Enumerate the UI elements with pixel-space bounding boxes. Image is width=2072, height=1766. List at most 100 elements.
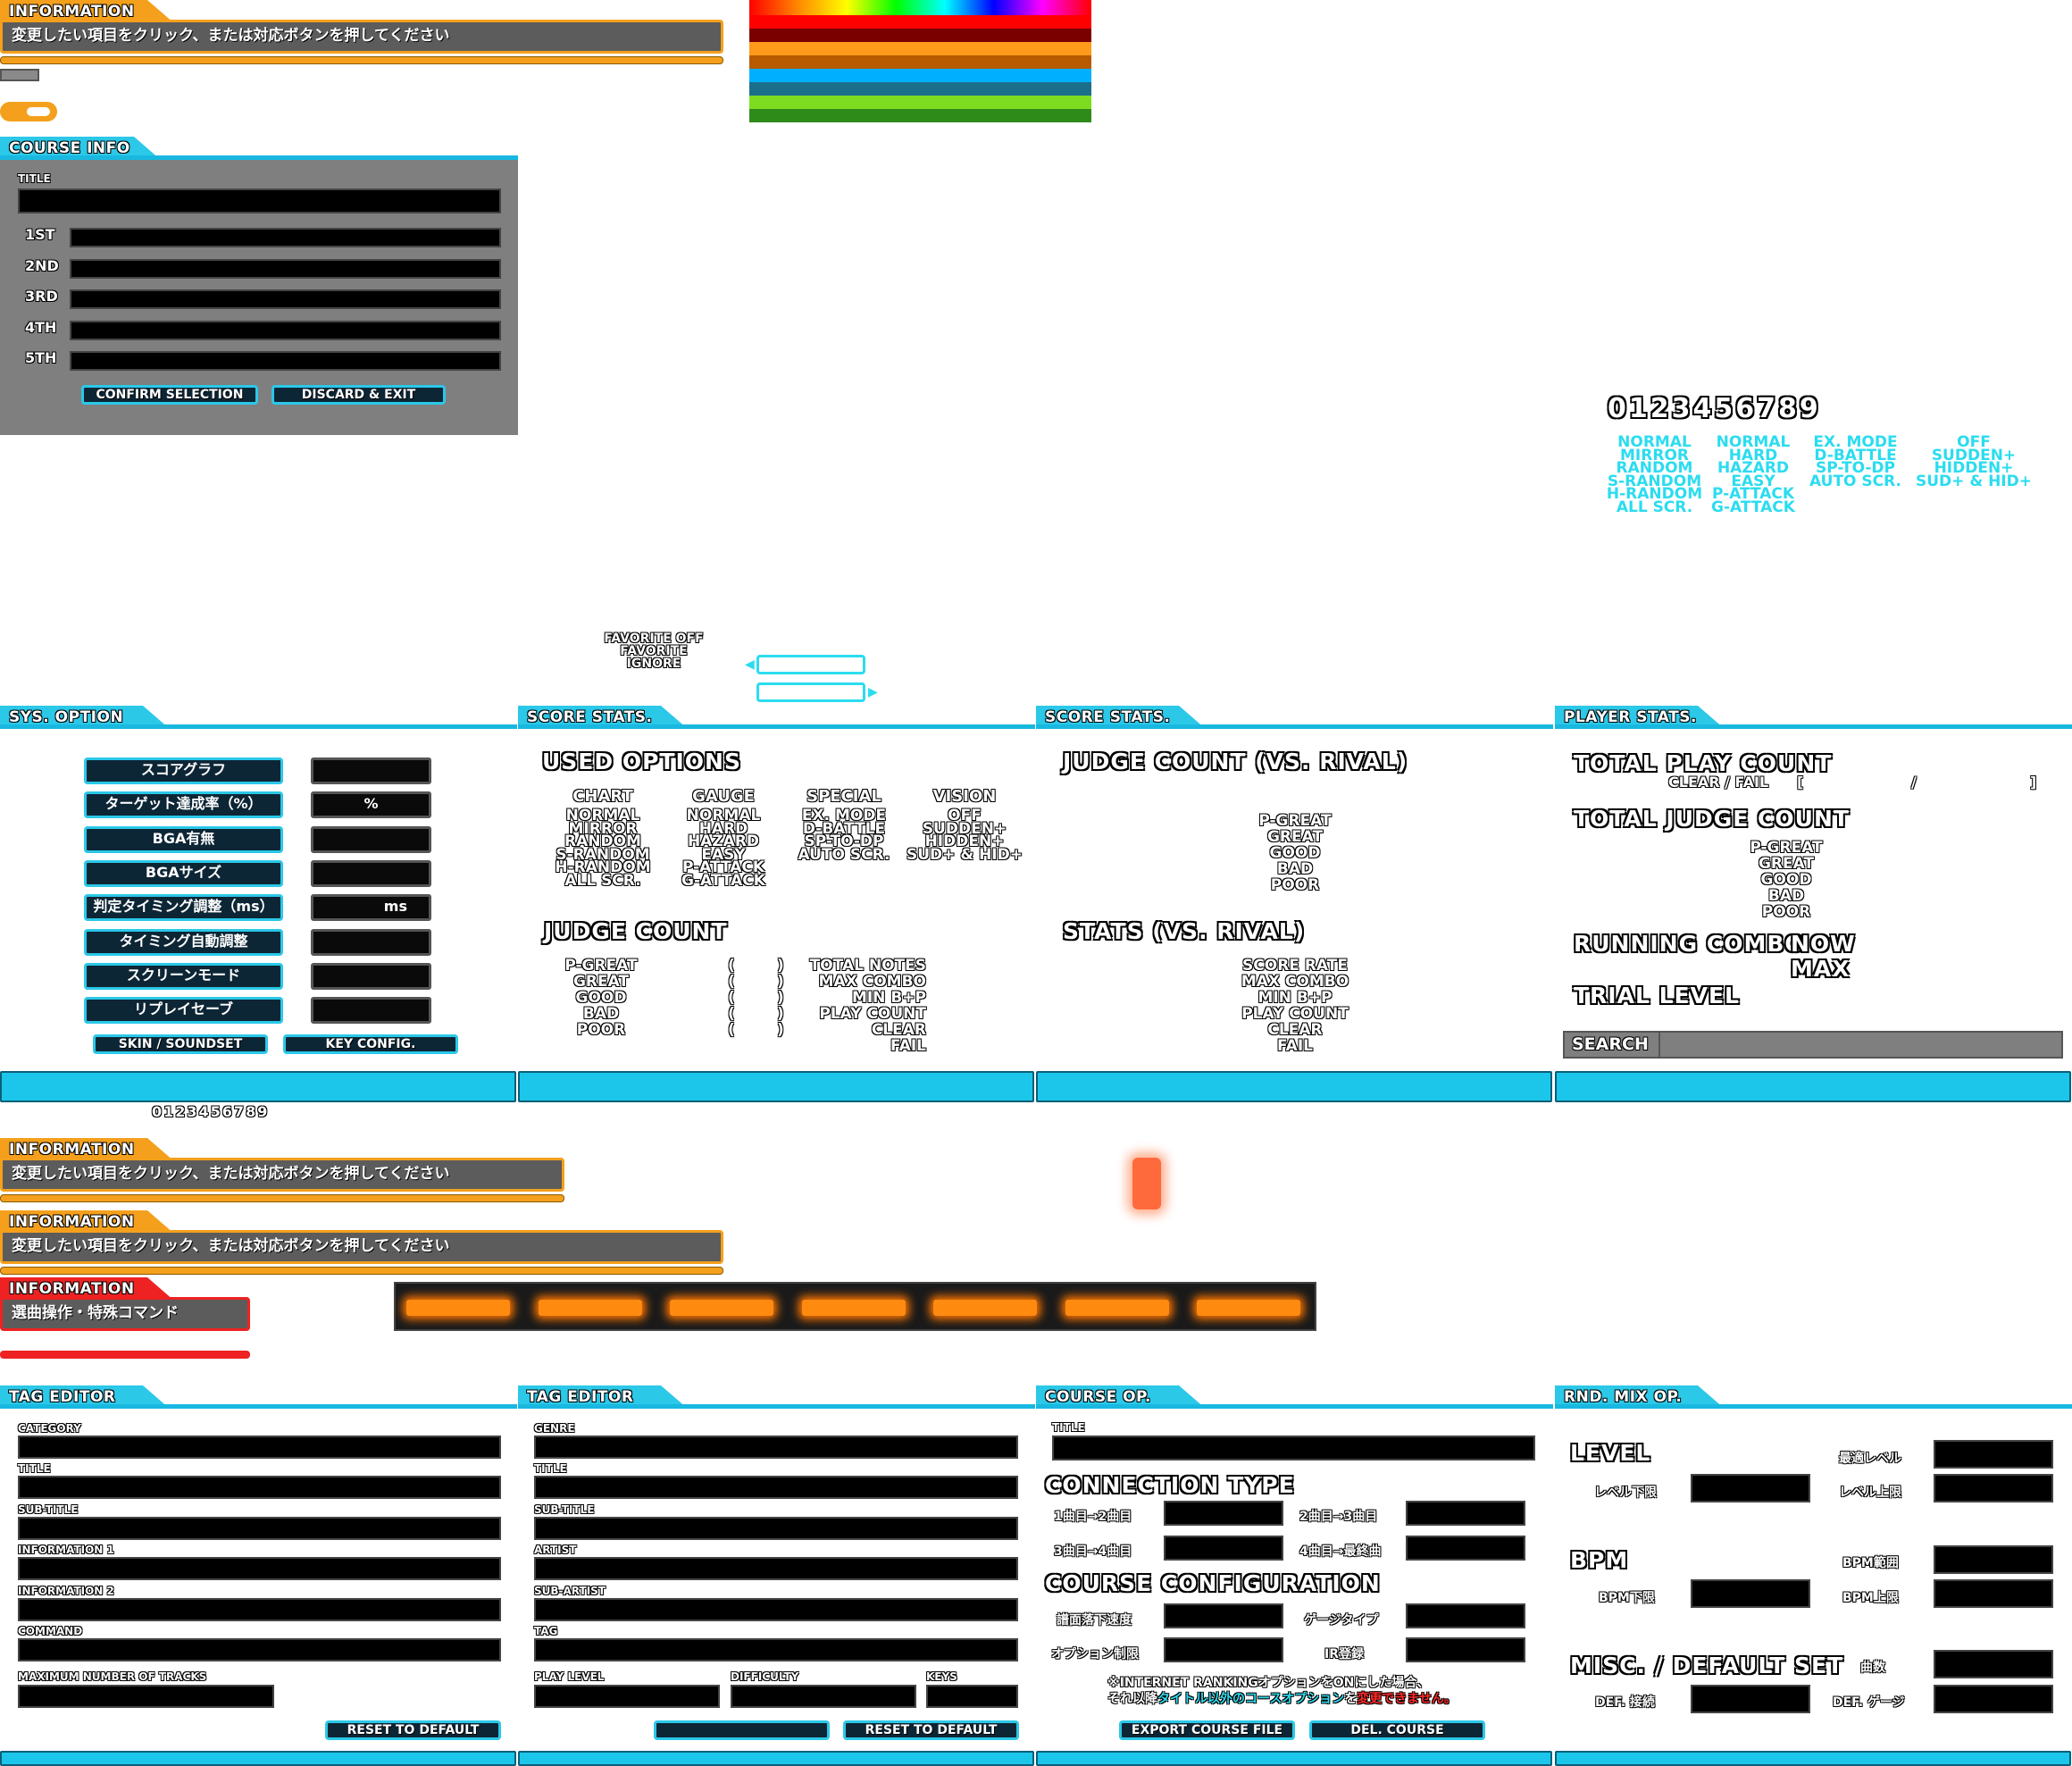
confirm-selection-button[interactable]: CONFIRM SELECTION bbox=[81, 385, 258, 405]
tag-field-label: INFORMATION 2 bbox=[18, 1584, 114, 1597]
tag-field-input[interactable] bbox=[18, 1597, 501, 1621]
del-course-button[interactable]: DEL. COURSE bbox=[1309, 1720, 1485, 1740]
sys-option-button[interactable]: 判定タイミング調整（ms） bbox=[84, 894, 283, 922]
tag-field-input[interactable] bbox=[534, 1476, 1018, 1500]
conn-field-4[interactable] bbox=[1406, 1536, 1525, 1561]
judge-item: GOOD bbox=[575, 989, 627, 1007]
search-bar[interactable]: SEARCH bbox=[1563, 1031, 2063, 1059]
player-stats-rule bbox=[1555, 724, 2072, 729]
course-slot-field[interactable] bbox=[70, 351, 501, 371]
paren-open: ( bbox=[728, 1005, 735, 1023]
stat-item: FAIL bbox=[890, 1037, 926, 1055]
sys-option-button[interactable]: リプレイセーブ bbox=[84, 997, 283, 1025]
chart-header: CHART bbox=[572, 787, 633, 806]
misc-field-2[interactable] bbox=[1691, 1685, 1810, 1713]
max-tracks-field[interactable] bbox=[18, 1685, 274, 1708]
bpm-field-3[interactable] bbox=[1934, 1579, 2053, 1608]
lvl-field-1[interactable] bbox=[1934, 1440, 2053, 1469]
cfg-field-2[interactable] bbox=[1406, 1603, 1525, 1628]
judge-item: P-GREAT bbox=[1750, 839, 1823, 857]
sys-option-value[interactable] bbox=[311, 825, 431, 853]
paren-close: ) bbox=[777, 973, 784, 991]
course-slot-field[interactable] bbox=[70, 228, 501, 247]
conn-field-3[interactable] bbox=[1164, 1536, 1283, 1561]
cfg-label-4: IR登録 bbox=[1324, 1647, 1364, 1661]
light-2 bbox=[539, 1300, 642, 1316]
lvl-field-3[interactable] bbox=[1934, 1474, 2053, 1502]
triangle-left-icon[interactable]: ◀ bbox=[745, 658, 755, 671]
selector-box-1[interactable] bbox=[756, 655, 865, 674]
tag-field-input[interactable] bbox=[18, 1476, 501, 1500]
course-title-label: TITLE bbox=[18, 172, 51, 185]
lvl-field-2[interactable] bbox=[1691, 1474, 1810, 1502]
sys-option-value[interactable] bbox=[311, 962, 431, 990]
play-level-field[interactable] bbox=[534, 1685, 720, 1708]
course-op-title-field[interactable] bbox=[1052, 1435, 1535, 1461]
tag-field-input[interactable] bbox=[534, 1638, 1018, 1661]
cyan-bar-6 bbox=[518, 1751, 1034, 1766]
info-underline bbox=[0, 56, 723, 64]
cfg-field-4[interactable] bbox=[1406, 1637, 1525, 1662]
sys-option-button[interactable]: BGA有無 bbox=[84, 825, 283, 853]
bpm-field-1[interactable] bbox=[1934, 1545, 2053, 1574]
conn-field-2[interactable] bbox=[1406, 1501, 1525, 1526]
selector-box-2[interactable] bbox=[756, 682, 865, 702]
paren-open: ( bbox=[728, 957, 735, 975]
sys-option-value[interactable] bbox=[311, 928, 431, 956]
export-course-button[interactable]: EXPORT COURSE FILE bbox=[1119, 1720, 1295, 1740]
course-title-field[interactable] bbox=[18, 188, 501, 213]
course-config-heading: COURSE CONFIGURATION bbox=[1045, 1570, 1381, 1596]
key-config-button[interactable]: KEY CONFIG. bbox=[283, 1034, 458, 1054]
bpm-label-3: BPM上限 bbox=[1842, 1591, 1899, 1605]
tag-field-label: ARTIST bbox=[534, 1544, 577, 1557]
option-item: G-ATTACK bbox=[681, 871, 765, 890]
sys-option-value[interactable]: ms bbox=[311, 894, 431, 922]
tag-field-input[interactable] bbox=[18, 1435, 501, 1459]
sys-option-value[interactable] bbox=[311, 859, 431, 887]
tag-field-label: TITLE bbox=[534, 1462, 567, 1476]
discard-exit-button[interactable]: DISCARD & EXIT bbox=[272, 385, 446, 405]
tag-field-input[interactable] bbox=[534, 1516, 1018, 1540]
tag-field-input[interactable] bbox=[534, 1597, 1018, 1621]
sys-option-button[interactable]: スコアグラフ bbox=[84, 757, 283, 784]
course-slot-field[interactable] bbox=[70, 258, 501, 279]
sys-option-value[interactable] bbox=[311, 757, 431, 784]
bpm-heading: BPM bbox=[1570, 1547, 1629, 1573]
triangle-right-icon[interactable]: ▶ bbox=[868, 686, 878, 699]
favorite-list: FAVORITE OFF FAVORITE IGNORE bbox=[593, 632, 714, 670]
sys-option-value[interactable]: % bbox=[311, 791, 431, 819]
tag-field-input[interactable] bbox=[18, 1638, 501, 1661]
sys-option-button[interactable]: BGAサイズ bbox=[84, 859, 283, 887]
sys-option-value[interactable] bbox=[311, 997, 431, 1025]
misc-field-3[interactable] bbox=[1934, 1685, 2053, 1713]
course-slot-field[interactable] bbox=[70, 289, 501, 309]
paren-open-col: ((((( bbox=[728, 958, 735, 1038]
tag-field-input[interactable] bbox=[534, 1435, 1018, 1459]
sys-option-button[interactable]: ターゲット達成率（%） bbox=[84, 791, 283, 819]
keys-field[interactable] bbox=[926, 1685, 1018, 1708]
palette-swatch bbox=[749, 29, 1091, 42]
cfg-field-3[interactable] bbox=[1164, 1637, 1283, 1662]
tag-field-input[interactable] bbox=[18, 1557, 501, 1581]
cfg-field-1[interactable] bbox=[1164, 1603, 1283, 1628]
tag-field-input[interactable] bbox=[534, 1557, 1018, 1581]
toggle-switch[interactable] bbox=[0, 102, 57, 121]
light-6 bbox=[1065, 1300, 1169, 1316]
tag-field-input[interactable] bbox=[18, 1516, 501, 1540]
favorite-item: FAVORITE bbox=[620, 644, 688, 658]
sys-option-button[interactable]: タイミング自動調整 bbox=[84, 928, 283, 956]
sys-option-button[interactable]: スクリーンモード bbox=[84, 962, 283, 990]
blank-button[interactable] bbox=[654, 1720, 830, 1740]
reset-default-button-1[interactable]: RESET TO DEFAULT bbox=[325, 1720, 501, 1740]
bpm-field-2[interactable] bbox=[1691, 1579, 1810, 1608]
gray-indicator bbox=[0, 69, 39, 81]
note-part-c: を bbox=[1344, 1692, 1358, 1706]
difficulty-field[interactable] bbox=[731, 1685, 916, 1708]
skin-soundset-button[interactable]: SKIN / SOUNDSET bbox=[93, 1034, 268, 1054]
course-slot-field[interactable] bbox=[70, 320, 501, 340]
cfg-label-2: ゲージタイプ bbox=[1304, 1613, 1379, 1628]
conn-field-1[interactable] bbox=[1164, 1501, 1283, 1526]
option-list-special: EX. MODE D-BATTLE SP-TO-DP AUTO SCR. bbox=[1804, 435, 1907, 489]
reset-default-button-2[interactable]: RESET TO DEFAULT bbox=[843, 1720, 1019, 1740]
misc-field-1[interactable] bbox=[1934, 1650, 2053, 1678]
